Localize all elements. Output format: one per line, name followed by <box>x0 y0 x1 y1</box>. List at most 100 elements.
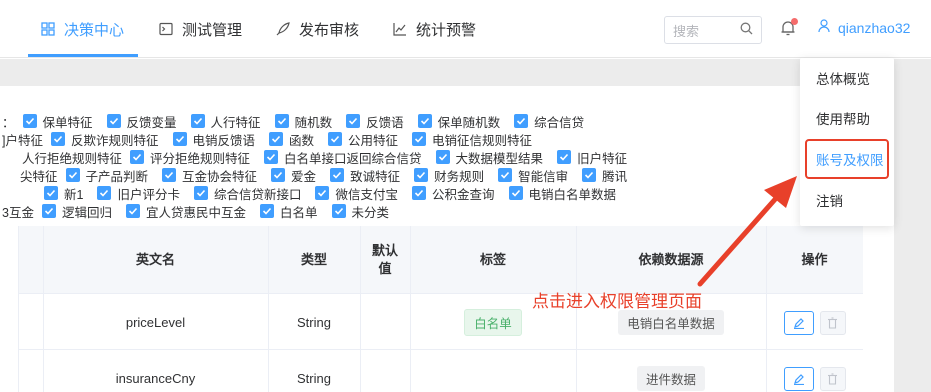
edit-button[interactable] <box>783 310 814 335</box>
table-header: 英文名 类型 默认值 标签 依赖数据源 操作 <box>19 226 863 294</box>
notification-badge <box>791 18 798 25</box>
category-checkbox[interactable]: 大数据模型结果 <box>435 148 543 167</box>
column-header-tag: 标签 <box>479 252 506 267</box>
checkbox-checked-icon <box>315 186 330 200</box>
category-checkbox[interactable]: 白名单 <box>259 202 318 221</box>
checkbox-row: ： 保单特征 反馈变量 人行特征 随机数 反馈语 保单随机数 综合信贷 <box>2 112 598 130</box>
checkbox-label: 电销白名单数据 <box>528 187 617 202</box>
tab-publish-review[interactable]: 发布审核 <box>275 0 359 58</box>
category-checkbox[interactable]: 人行特征 <box>190 112 261 131</box>
trash-icon <box>828 316 837 329</box>
category-checkbox[interactable]: 逻辑回归 <box>41 202 112 221</box>
menu-item-logout[interactable]: 注销 <box>800 182 894 218</box>
category-checkbox[interactable]: 保单特征 <box>22 112 93 131</box>
checkbox-label-fragment: ： <box>2 115 15 130</box>
category-checkbox[interactable]: 公积金查询 <box>412 184 495 203</box>
checkbox-checked-icon <box>44 186 58 200</box>
category-checkbox[interactable]: 评分拒绝规则特征 <box>130 148 250 167</box>
checkbox-checked-icon <box>259 204 274 218</box>
checkbox-label: 微信支付宝 <box>335 187 398 202</box>
category-checkbox[interactable]: 微信支付宝 <box>315 184 398 203</box>
checkbox-checked-icon <box>328 132 343 146</box>
category-checkbox[interactable]: 函数 <box>269 130 314 149</box>
checkbox-label: 公用特征 <box>348 133 399 148</box>
checkbox-label: 致诚特征 <box>350 169 401 184</box>
category-checkbox[interactable]: 电销征信规则特征 <box>412 130 532 149</box>
tab-test-management[interactable]: 测试管理 <box>158 0 242 58</box>
menu-item-overview[interactable]: 总体概览 <box>800 60 894 96</box>
category-checkbox[interactable]: 财务规则 <box>414 166 484 185</box>
category-checkbox[interactable]: 新1 <box>44 184 83 203</box>
checkbox-checked-icon <box>346 114 361 128</box>
checkbox-checked-icon <box>97 186 112 200</box>
category-checkbox[interactable]: 电销反馈语 <box>172 130 255 149</box>
tab-label: 发布审核 <box>299 21 360 39</box>
checkbox-row: ]户特征 反欺诈规则特征 电销反馈语 函数 公用特征 电销征信规则特征 <box>2 130 546 148</box>
column-header-default: 默认值 <box>360 226 410 294</box>
checkbox-label-fragment: 尖特征 <box>20 169 58 184</box>
category-checkbox[interactable]: 宜人贷惠民中互金 <box>125 202 246 221</box>
checkbox-label: 保单随机数 <box>437 115 501 130</box>
delete-button[interactable] <box>819 366 846 391</box>
category-checkbox[interactable]: 电销白名单数据 <box>508 184 617 203</box>
checkbox-label: 保单特征 <box>42 115 93 130</box>
category-checkbox[interactable]: 综合信贷 <box>514 112 584 131</box>
category-checkbox[interactable]: 保单随机数 <box>417 112 501 131</box>
tab-label: 测试管理 <box>182 21 243 39</box>
category-checkbox[interactable]: 智能信审 <box>498 166 568 185</box>
search-icon <box>740 22 753 38</box>
checkbox-checked-icon <box>264 150 279 164</box>
tab-statistics-alert[interactable]: 统计预警 <box>392 0 476 58</box>
active-tab-indicator <box>28 54 138 57</box>
category-checkbox[interactable]: 腾讯 <box>582 166 627 185</box>
category-checkbox[interactable]: 子产品判断 <box>65 166 149 185</box>
checkbox-label: 旧户特征 <box>577 151 628 166</box>
checkbox-checked-icon <box>412 132 427 146</box>
tab-decision-center[interactable]: 决策中心 <box>40 0 124 58</box>
category-checkbox[interactable]: 致诚特征 <box>330 166 400 185</box>
cell-type: String <box>297 315 331 330</box>
checkbox-label: 电销征信规则特征 <box>432 133 533 148</box>
category-checkbox[interactable]: 随机数 <box>274 112 333 131</box>
checkbox-checked-icon <box>50 132 65 146</box>
checkbox-checked-icon <box>125 204 140 218</box>
tab-label: 统计预警 <box>416 21 477 39</box>
checkbox-label: 随机数 <box>294 115 333 130</box>
category-checkbox[interactable]: 综合信贷新接口 <box>193 184 302 203</box>
tab-label: 决策中心 <box>64 21 125 39</box>
delete-button[interactable] <box>819 310 846 335</box>
checkbox-checked-icon <box>190 114 205 128</box>
edit-button[interactable] <box>783 366 814 391</box>
checkbox-label: 互金协会特征 <box>182 169 258 184</box>
checkbox-label: 旧户评分卡 <box>117 187 180 202</box>
category-checkbox[interactable]: 未分类 <box>331 202 389 221</box>
category-checkbox[interactable]: 反馈语 <box>346 112 404 131</box>
checkbox-checked-icon <box>508 186 523 200</box>
category-checkbox[interactable]: 白名单接口返回综合信贷 <box>264 148 422 167</box>
menu-item-help[interactable]: 使用帮助 <box>800 100 894 136</box>
feature-table: 英文名 类型 默认值 标签 依赖数据源 操作 priceLevel String… <box>18 226 863 392</box>
checkbox-label: 反馈变量 <box>126 115 177 130</box>
category-checkbox[interactable]: 互金协会特征 <box>162 166 257 185</box>
user-menu-trigger[interactable]: qianzhao32 <box>818 19 910 36</box>
category-filter-checkboxes: ：保单特征 反馈变量 人行特征 随机数 反馈语 保单随机数 综合信贷]户特征 反欺诈规则特征电… <box>0 110 800 220</box>
checkbox-row: 3互金 逻辑回归 宜人贷惠民中互金 白名单 未分类 <box>2 202 403 220</box>
category-checkbox[interactable]: 反馈变量 <box>106 112 177 131</box>
right-gutter <box>894 86 931 392</box>
checkbox-label: 人行特征 <box>210 115 261 130</box>
checkbox-checked-icon <box>414 168 429 182</box>
header-band <box>0 59 931 86</box>
checkbox-label-fragment: 人行拒绝规则特征 <box>22 151 123 166</box>
checkbox-row: 尖特征 子产品判断 互金协会特征 爱金 致诚特征 财务规则 智能信审 腾讯 <box>20 166 641 184</box>
category-checkbox[interactable]: 旧户评分卡 <box>97 184 180 203</box>
category-checkbox[interactable]: 公用特征 <box>328 130 398 149</box>
highlight-box <box>805 139 889 179</box>
category-checkbox[interactable]: 旧户特征 <box>557 148 627 167</box>
checkbox-label: 逻辑回归 <box>61 205 112 220</box>
annotation-text: 点击进入权限管理页面 <box>532 292 702 311</box>
checkbox-label: 子产品判断 <box>85 169 149 184</box>
category-checkbox[interactable]: 反欺诈规则特征 <box>50 130 159 149</box>
search-input[interactable]: 搜索 <box>664 16 762 44</box>
checkbox-label: 综合信贷新接口 <box>213 187 302 202</box>
category-checkbox[interactable]: 爱金 <box>271 166 316 185</box>
